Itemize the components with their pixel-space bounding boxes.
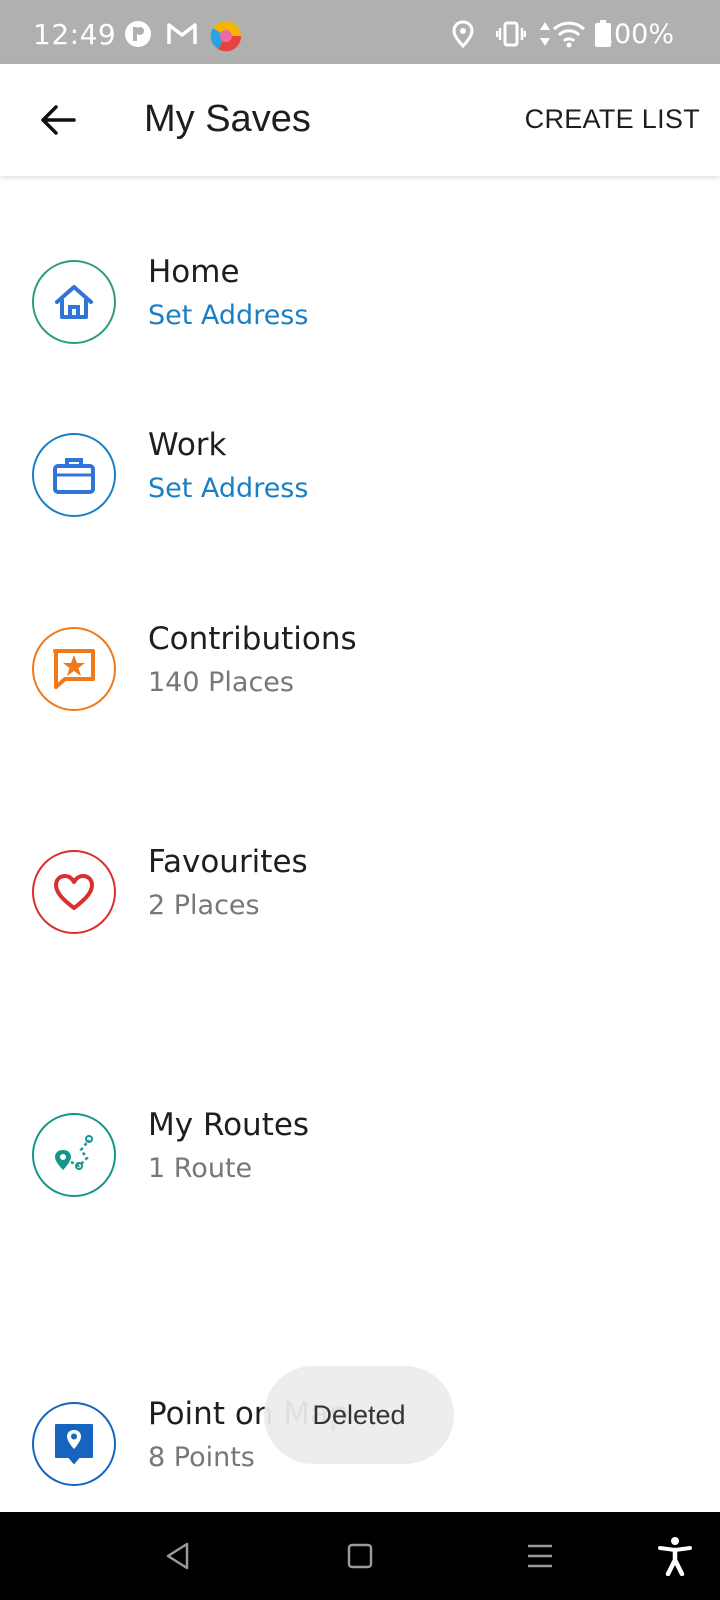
list-item-favourites[interactable]: Favourites 2 Places (0, 844, 720, 960)
list-item-home[interactable]: Home Set Address (0, 254, 720, 370)
create-list-button[interactable]: CREATE LIST (525, 104, 700, 135)
status-bar: 12:49 100% (0, 0, 720, 64)
chrome-icon (210, 20, 242, 57)
page-title: My Saves (144, 98, 311, 140)
set-address-link[interactable]: Set Address (148, 300, 308, 331)
item-title: Contributions (148, 621, 357, 657)
nav-accessibility-button[interactable] (653, 1534, 697, 1578)
item-subtitle: 8 Points (148, 1442, 255, 1473)
list-item-my-routes[interactable]: My Routes 1 Route (0, 1107, 720, 1223)
map-pin-icon (55, 1424, 93, 1464)
list-item-work[interactable]: Work Set Address (0, 427, 720, 543)
data-arrows-icon (538, 20, 552, 53)
wifi-icon (552, 20, 586, 53)
app-bar: My Saves CREATE LIST (0, 64, 720, 176)
item-subtitle: 140 Places (148, 667, 294, 698)
work-icon-circle (32, 433, 116, 517)
item-subtitle: 1 Route (148, 1153, 253, 1184)
back-arrow-icon (41, 105, 76, 135)
toast-message: Deleted (264, 1366, 454, 1464)
item-title: Favourites (148, 844, 308, 880)
item-subtitle: 2 Places (148, 890, 260, 921)
item-title: My Routes (148, 1107, 310, 1143)
briefcase-icon (53, 458, 95, 494)
point-on-map-icon-circle (32, 1402, 116, 1486)
status-time: 12:49 (33, 18, 117, 51)
home-icon (55, 285, 93, 319)
back-button[interactable] (30, 92, 86, 148)
recents-menu-icon (528, 1544, 552, 1568)
route-icon (55, 1135, 93, 1170)
home-square-icon (347, 1543, 373, 1569)
battery-percent: 100% (596, 19, 674, 50)
system-nav-bar (0, 1512, 720, 1600)
location-icon (452, 20, 474, 53)
nav-recents-button[interactable] (518, 1534, 562, 1578)
set-address-link[interactable]: Set Address (148, 473, 308, 504)
routes-icon-circle (32, 1113, 116, 1197)
accessibility-icon (658, 1537, 692, 1576)
vibrate-icon (495, 20, 527, 53)
nav-home-button[interactable] (338, 1534, 382, 1578)
heart-icon (54, 874, 94, 910)
star-message-icon (53, 649, 95, 689)
nav-back-button[interactable] (156, 1534, 200, 1578)
item-title: Home (148, 254, 240, 290)
item-title: Work (148, 427, 227, 463)
favourites-icon-circle (32, 850, 116, 934)
home-icon-circle (32, 260, 116, 344)
back-triangle-icon (166, 1542, 189, 1570)
list-item-contributions[interactable]: Contributions 140 Places (0, 621, 720, 737)
contributions-icon-circle (32, 627, 116, 711)
app-icon (124, 20, 152, 53)
gmail-icon (166, 20, 198, 53)
